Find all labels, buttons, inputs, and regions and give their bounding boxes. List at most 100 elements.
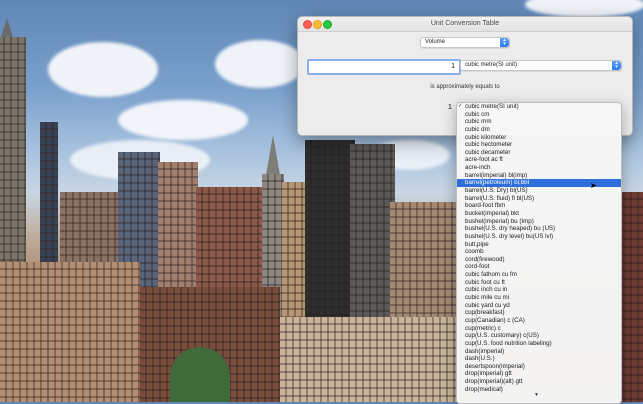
menu-item-label: barrel(U.S. fluid) fl bl(US)	[465, 194, 535, 202]
menu-item-label: dash(imperial)	[465, 347, 505, 355]
menu-item[interactable]: cup(breakfast)	[457, 309, 621, 317]
menu-item[interactable]: acre-inch	[457, 164, 621, 172]
menu-item[interactable]: coomb	[457, 248, 621, 256]
menu-item-label: bucket(imperial) bkt	[465, 209, 519, 217]
menu-item[interactable]: cubic mile cu mi	[457, 294, 621, 302]
menu-item[interactable]: ✓ cubic metre(SI unit)	[457, 103, 621, 111]
menu-item-label: barrel(imperial) bl(imp)	[465, 171, 528, 179]
menu-item-label: cubic yard cu yd	[465, 301, 510, 309]
updown-chevron-icon: ▴ ▾	[612, 61, 621, 70]
menu-item-label: cubic kilometer	[465, 133, 507, 141]
close-window-button[interactable]	[303, 20, 312, 29]
menu-item-label: cup(U.S. food nutrition labeling)	[465, 339, 552, 347]
menu-item[interactable]: cup(Canadian) c (CA)	[457, 317, 621, 325]
menu-item[interactable]: acre-foot ac ft	[457, 156, 621, 164]
cloud	[525, 0, 643, 17]
menu-item-label: cubic hectometer	[465, 141, 513, 149]
menu-item[interactable]: bucket(imperial) bkt	[457, 210, 621, 218]
menu-item-label: barrel(petroleum) bl,bbl	[465, 179, 529, 187]
source-unit-label: cubic metre(SI unit)	[465, 62, 518, 68]
menu-item-label: cup(U.S. customary) c(US)	[465, 332, 539, 340]
menu-item-label: bushel(U.S. dry heaped) bu (US)	[465, 225, 556, 233]
menu-item[interactable]: cord(firewood)	[457, 256, 621, 264]
menu-item-label: cubic decameter	[465, 148, 511, 156]
menu-item-label: barrel(U.S. Dry) bl(US)	[465, 187, 528, 195]
menu-item[interactable]: cubic inch cu in	[457, 286, 621, 294]
menu-item-label: drop(imperial)(alt) gtt	[465, 378, 523, 386]
value-input[interactable]: 1	[307, 59, 461, 75]
zoom-window-button[interactable]	[323, 20, 332, 29]
menu-item[interactable]: cubic fathom cu fm	[457, 271, 621, 279]
updown-chevron-icon: ▴ ▾	[500, 38, 509, 47]
menu-item-label: drop(medical)	[465, 385, 503, 393]
menu-item[interactable]: cubic yard cu yd	[457, 302, 621, 310]
menu-item[interactable]: dash(U.S.)	[457, 355, 621, 363]
cloud	[215, 40, 305, 88]
menu-item[interactable]: cord-foot	[457, 263, 621, 271]
menu-item-label: acre-foot ac ft	[465, 156, 503, 164]
menu-item-label: bushel(imperial) bu (Imp)	[465, 217, 534, 225]
menu-item[interactable]: desertspoon(imperial)	[457, 363, 621, 371]
menu-item[interactable]: cubic hectometer	[457, 141, 621, 149]
menu-item-label: cubic mile cu mi	[465, 294, 510, 302]
menu-item[interactable]: barrel(U.S. fluid) fl bl(US)	[457, 195, 621, 203]
menu-item[interactable]: cubic kilometer	[457, 134, 621, 142]
menu-item[interactable]: cubic mm	[457, 118, 621, 126]
menu-item-label: cubic cm	[465, 110, 490, 118]
menu-item[interactable]: cubic cm	[457, 111, 621, 119]
mouse-cursor-icon: ➤	[590, 181, 597, 190]
menu-item[interactable]: bushel(U.S. dry level) bu(US lvl)	[457, 233, 621, 241]
menu-item-label: butt,pipe	[465, 240, 489, 248]
menu-item[interactable]: drop(medical)	[457, 386, 621, 394]
menu-item-label: cubic dm	[465, 125, 490, 133]
window-title: Unit Conversion Table	[430, 20, 500, 27]
menu-item[interactable]: bushel(U.S. dry heaped) bu (US)	[457, 225, 621, 233]
menu-item[interactable]: butt,pipe	[457, 241, 621, 249]
menu-item-label: cubic fathom cu fm	[465, 271, 517, 279]
menu-item-label: dash(U.S.)	[465, 355, 495, 363]
menu-item[interactable]: dash(imperial)	[457, 348, 621, 356]
tree	[170, 347, 230, 402]
result-value: 1	[448, 104, 452, 111]
category-selected-label: Volume	[425, 39, 446, 45]
minimize-window-button[interactable]	[313, 20, 322, 29]
menu-item-label: cubic inch cu in	[465, 286, 508, 294]
category-popup[interactable]: Volume ▴ ▾	[420, 37, 510, 48]
building	[0, 262, 140, 402]
cloud	[48, 42, 158, 97]
menu-item[interactable]: cubic foot cu ft	[457, 279, 621, 287]
menu-item-label: cord-foot	[465, 263, 490, 271]
menu-item[interactable]: cubic decameter	[457, 149, 621, 157]
approx-label: is approximately equals to	[430, 84, 500, 90]
menu-item[interactable]: drop(imperial)(alt) gtt	[457, 378, 621, 386]
scroll-down-arrow-icon[interactable]: ▼	[534, 392, 539, 398]
target-unit-menu[interactable]: ✓ cubic metre(SI unit) cubic cm cubic mm cub…	[456, 102, 622, 404]
menu-item-label: cubic foot cu ft	[465, 278, 505, 286]
menu-item-label: cubic mm	[465, 118, 492, 126]
menu-item[interactable]: barrel(imperial) bl(imp)	[457, 172, 621, 180]
menu-item-label: coomb	[465, 248, 484, 256]
cloud	[118, 100, 248, 140]
menu-item-label: cord(firewood)	[465, 255, 505, 263]
building	[280, 317, 460, 402]
menu-item-label: cubic metre(SI unit)	[465, 103, 519, 110]
menu-item[interactable]: drop(imperial) gtt	[457, 370, 621, 378]
menu-item-label: bushel(U.S. dry level) bu(US lvl)	[465, 232, 554, 240]
menu-item-label: cup(Canadian) c (CA)	[465, 316, 525, 324]
menu-item-label: acre-inch	[465, 164, 491, 172]
menu-item[interactable]: cup(metric) c	[457, 325, 621, 333]
menu-item-label: desertspoon(imperial)	[465, 362, 525, 370]
spire	[266, 135, 280, 175]
menu-item[interactable]: cubic dm	[457, 126, 621, 134]
menu-item[interactable]: cup(U.S. customary) c(US)	[457, 332, 621, 340]
menu-list: ✓ cubic metre(SI unit) cubic cm cubic mm cub…	[457, 103, 621, 393]
menu-item-label: board-foot fbm	[465, 202, 506, 210]
menu-item[interactable]: cup(U.S. food nutrition labeling)	[457, 340, 621, 348]
menu-item-label: drop(imperial) gtt	[465, 370, 512, 378]
menu-item-label: cup(breakfast)	[465, 309, 505, 317]
menu-item[interactable]: board-foot fbm	[457, 202, 621, 210]
title-bar[interactable]: Unit Conversion Table	[298, 17, 632, 32]
checkmark-icon: ✓	[458, 103, 463, 109]
menu-item[interactable]: bushel(imperial) bu (Imp)	[457, 218, 621, 226]
source-unit-popup[interactable]: cubic metre(SI unit) ▴ ▾	[460, 60, 622, 71]
